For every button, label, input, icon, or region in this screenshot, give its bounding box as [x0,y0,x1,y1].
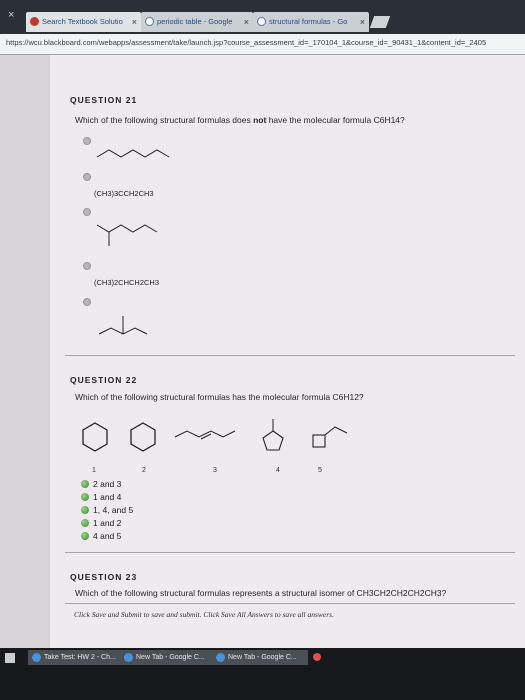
left-strip [0,55,50,648]
url-text[interactable]: https://wcu.blackboard.com/webapps/asses… [6,38,486,47]
chrome-icon [216,653,225,662]
q22-option-1-label[interactable]: 2 and 3 [93,479,121,489]
q22-structures [82,419,348,452]
q21-option-2-radio[interactable] [83,173,91,181]
q21-option-5-radio[interactable] [83,298,91,306]
chrome-icon [124,653,133,662]
q23-text: Which of the following structural formul… [75,588,447,598]
cyclohexane-structure-2 [130,422,156,452]
structure-number-4: 4 [276,467,280,474]
q22-option-5-label[interactable]: 4 and 5 [93,531,121,541]
cyclopentane-structure-4 [262,430,284,451]
app-icon[interactable] [313,653,321,661]
taskbar-item-new-tab-2[interactable]: New Tab - Google C... [212,650,308,665]
branched-skeleton [96,224,158,233]
browser-tab-bar: × Search Textbook Solutio × periodic tab… [0,0,525,34]
separator [65,552,515,553]
structure-number-2: 2 [142,467,146,474]
close-tab-icon[interactable]: × [132,12,137,32]
close-tab-icon[interactable]: × [244,12,249,32]
alkene-structure-3 [174,430,236,438]
hexane-skeleton [96,149,170,158]
q22-option-4-label[interactable]: 1 and 2 [93,518,121,528]
ethyl-substituent [324,426,348,436]
start-icon[interactable] [5,653,15,663]
structure-number-5: 5 [318,467,322,474]
q21-option-1-structure [96,149,170,158]
assessment-content: QUESTION 21 Which of the following struc… [50,55,525,648]
q21-option-1-radio[interactable] [83,137,91,145]
q21-option-2-formula: (CH3)3CCH2CH3 [94,189,154,198]
structure-number-1: 1 [92,467,96,474]
q22-option-1-radio[interactable] [81,480,89,488]
q22-option-5-radio[interactable] [81,532,89,540]
tab-search-textbook[interactable]: Search Textbook Solutio × [26,12,141,32]
q22-option-3-label[interactable]: 1, 4, and 5 [93,505,133,515]
google-icon [145,17,154,26]
address-bar[interactable]: https://wcu.blackboard.com/webapps/asses… [0,34,525,55]
taskbar: Take Test: HW 2 - Ch... New Tab - Google… [0,648,525,700]
taskbar-item-take-test[interactable]: Take Test: HW 2 - Ch... [28,650,124,665]
close-icon[interactable]: × [8,9,14,21]
q21-text: Which of the following structural formul… [75,115,405,125]
q21-option-3-structure [96,224,158,246]
cyclohexane-structure-1 [82,422,108,452]
submit-instructions: Click Save and Submit to save and submit… [74,610,334,619]
q21-option-3-radio[interactable] [83,208,91,216]
page: QUESTION 21 Which of the following struc… [0,55,525,648]
q21-heading: QUESTION 21 [70,95,138,105]
q22-option-3-radio[interactable] [81,506,89,514]
close-tab-icon[interactable]: × [360,12,365,32]
q21-option-5-structure [98,316,148,335]
q22-option-4-radio[interactable] [81,519,89,527]
q23-heading: QUESTION 23 [70,572,138,582]
q22-text: Which of the following structural formul… [75,392,364,402]
chrome-icon [32,653,41,662]
q21-option-4-radio[interactable] [83,262,91,270]
taskbar-item-new-tab-1[interactable]: New Tab - Google C... [120,650,216,665]
q21-option-4-formula: (CH3)2CHCH2CH3 [94,278,160,287]
structure-number-3: 3 [213,467,217,474]
q22-heading: QUESTION 22 [70,375,138,385]
tab-periodic-table[interactable]: periodic table - Google × [141,12,253,32]
q22-option-2-radio[interactable] [81,493,89,501]
chegg-icon [30,17,39,26]
tab-structural-formulas[interactable]: structural formulas - Go × [253,12,369,32]
separator [65,603,515,604]
google-icon [257,17,266,26]
new-tab-button[interactable] [369,16,391,28]
q22-option-2-label[interactable]: 1 and 4 [93,492,121,502]
cyclobutane-structure-5 [312,434,326,448]
separator [65,355,515,356]
